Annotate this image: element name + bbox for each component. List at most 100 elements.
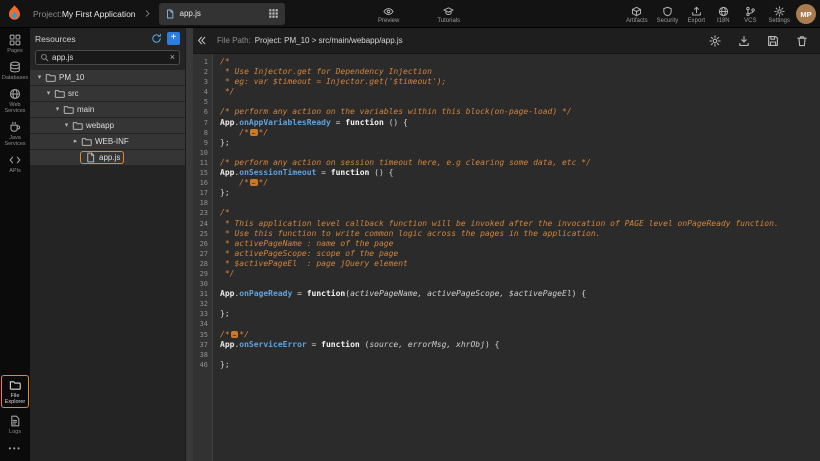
menu-item-label: Settings	[768, 18, 790, 24]
rail-item-java-services[interactable]: Java Services	[1, 121, 29, 147]
tree-item-label: src	[68, 89, 79, 98]
code-line[interactable]: 17};	[193, 188, 820, 198]
code-line[interactable]: 33};	[193, 309, 820, 319]
save-icon[interactable]	[767, 35, 779, 47]
code-line[interactable]: 46};	[193, 360, 820, 370]
preview-button[interactable]: Preview	[378, 3, 399, 26]
code-line[interactable]: 7App.onAppVariablesReady = function () {	[193, 118, 820, 128]
caret-down-icon[interactable]: ▾	[44, 90, 53, 98]
code-line[interactable]: 27 * activePageScope: scope of the page	[193, 249, 820, 259]
code-line[interactable]: 15App.onSessionTimeout = function () {	[193, 168, 820, 178]
code-line[interactable]: 11/* perform any action on session timeo…	[193, 158, 820, 168]
menu-item-label: Artifacts	[626, 18, 648, 24]
code-line[interactable]: 18	[193, 198, 820, 208]
code-line[interactable]: 16 /*…*/	[193, 178, 820, 188]
settings-icon[interactable]	[709, 35, 721, 47]
tree-item-web-inf[interactable]: ▸WEB-INF	[30, 134, 185, 150]
fold-marker[interactable]: …	[250, 129, 258, 136]
code-line[interactable]: 2 * Use Injector.get for Dependency Inje…	[193, 67, 820, 77]
rail-item-pages[interactable]: Pages	[1, 34, 29, 54]
line-number: 27	[193, 249, 213, 259]
fold-marker[interactable]: …	[250, 179, 258, 186]
code-line[interactable]: 29 */	[193, 269, 820, 279]
i18n-button[interactable]: I18N	[714, 3, 732, 26]
search-input[interactable]	[52, 53, 167, 62]
settings-icon	[774, 6, 785, 17]
code-text: };	[213, 188, 230, 198]
more-icon[interactable]: •••	[9, 442, 22, 461]
line-number: 3	[193, 77, 213, 87]
code-text: * eg: var $timeout = Injector.get('$time…	[213, 77, 446, 87]
tree-item-pm-10[interactable]: ▾PM_10	[30, 70, 185, 86]
database-icon	[9, 61, 21, 73]
coffee-icon	[9, 121, 21, 133]
tree-item-app-js[interactable]: app.js	[30, 150, 185, 166]
artifacts-button[interactable]: Artifacts	[626, 3, 648, 26]
wavemaker-logo-icon[interactable]	[5, 4, 24, 23]
add-button[interactable]: +	[167, 32, 180, 45]
code-line[interactable]: 38	[193, 350, 820, 360]
rail-item-logs[interactable]: Logs	[1, 415, 29, 435]
rail-item-label: Web Services	[1, 102, 29, 114]
code-line[interactable]: 9};	[193, 138, 820, 148]
download-icon[interactable]	[738, 35, 750, 47]
code-line[interactable]: 31App.onPageReady = function(activePageN…	[193, 289, 820, 299]
code-line[interactable]: 26 * activePageName : name of the page	[193, 239, 820, 249]
code-line[interactable]: 24 * This application level callback fun…	[193, 219, 820, 229]
code-line[interactable]: 5	[193, 97, 820, 107]
rail-item-label: APIs	[9, 168, 21, 174]
caret-down-icon[interactable]: ▾	[35, 74, 44, 82]
tree-item-webapp[interactable]: ▾webapp	[30, 118, 185, 134]
code-line[interactable]: 25 * Use this function to write common l…	[193, 229, 820, 239]
file-tab[interactable]: app.js	[159, 3, 285, 25]
tree-item-main[interactable]: ▾main	[30, 102, 185, 118]
caret-down-icon[interactable]: ▾	[62, 122, 71, 130]
delete-icon[interactable]	[796, 35, 808, 47]
code-text	[213, 299, 220, 309]
line-number: 28	[193, 259, 213, 269]
code-line[interactable]: 30	[193, 279, 820, 289]
rail-item-web-services[interactable]: Web Services	[1, 88, 29, 114]
vcs-button[interactable]: VCS	[741, 3, 759, 26]
code-line[interactable]: 1/*	[193, 57, 820, 67]
code-line[interactable]: 4 */	[193, 87, 820, 97]
line-number: 16	[193, 178, 213, 188]
security-button[interactable]: Security	[657, 3, 679, 26]
line-number: 5	[193, 97, 213, 107]
code-line[interactable]: 28 * $activePageEl : page jQuery element	[193, 259, 820, 269]
refresh-icon[interactable]	[151, 33, 162, 44]
resources-panel: Resources + × ▾PM_10▾src▾main▾webapp▸WEB…	[30, 28, 185, 461]
settings-button[interactable]: Settings	[768, 3, 790, 26]
rail-item-databases[interactable]: Databases	[1, 61, 29, 81]
code-line[interactable]: 34	[193, 319, 820, 329]
panel-divider[interactable]	[185, 28, 193, 461]
export-button[interactable]: Export	[687, 3, 705, 26]
code-line[interactable]: 3 * eg: var $timeout = Injector.get('$ti…	[193, 77, 820, 87]
rail-item-label: Pages	[7, 48, 23, 54]
rail-item-apis[interactable]: APIs	[1, 154, 29, 174]
code-line[interactable]: 35/*…*/	[193, 330, 820, 340]
code-line[interactable]: 23/*	[193, 208, 820, 218]
code-text	[213, 319, 220, 329]
caret-down-icon[interactable]: ▾	[53, 106, 62, 114]
caret-right-icon[interactable]: ▸	[71, 138, 80, 146]
code-line[interactable]: 10	[193, 148, 820, 158]
code-text	[213, 97, 220, 107]
code-line[interactable]: 8 /*…*/	[193, 128, 820, 138]
line-number: 24	[193, 219, 213, 229]
rail-item-file-explorer[interactable]: File Explorer	[1, 375, 29, 408]
avatar[interactable]: MP	[796, 4, 816, 24]
code-line[interactable]: 32	[193, 299, 820, 309]
code-text: /*…*/	[213, 330, 249, 340]
tree-item-src[interactable]: ▾ src	[30, 86, 185, 102]
line-number: 1	[193, 57, 213, 67]
code-text: /*	[213, 57, 230, 67]
grid-icon[interactable]	[268, 8, 279, 19]
code-editor[interactable]: 1/*2 * Use Injector.get for Dependency I…	[193, 54, 820, 461]
fold-marker[interactable]: …	[231, 331, 239, 338]
code-line[interactable]: 37App.onServiceError = function (source,…	[193, 340, 820, 350]
clear-search-icon[interactable]: ×	[170, 53, 175, 62]
code-line[interactable]: 6/* perform any action on the variables …	[193, 107, 820, 117]
collapse-panel-icon[interactable]	[196, 35, 207, 46]
tutorials-button[interactable]: Tutorials	[437, 3, 460, 26]
